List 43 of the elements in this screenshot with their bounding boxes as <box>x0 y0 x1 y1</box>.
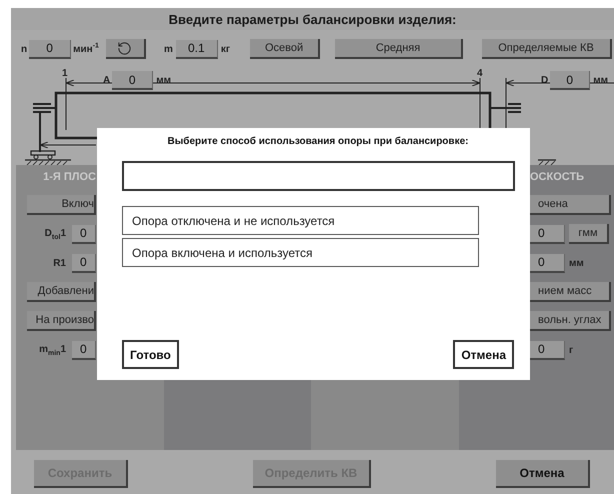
plane-header: ОСКОСТЬ <box>530 170 584 185</box>
dialog-button[interactable]: Отмена <box>453 340 514 369</box>
value-field[interactable]: 0 <box>530 340 565 360</box>
plane-button[interactable]: очена <box>530 195 612 215</box>
input-field[interactable] <box>122 161 515 191</box>
value-field[interactable]: 0 <box>72 254 96 272</box>
mode-button[interactable]: Определяемые КВ <box>482 39 612 59</box>
mass-label: m <box>164 44 173 54</box>
value-field[interactable]: 0 <box>530 254 565 272</box>
speed-label: n <box>21 44 28 54</box>
mass-unit: кг <box>220 44 230 54</box>
window-title: Введите параметры балансировки изделия: <box>11 8 614 30</box>
plane-button[interactable]: Включ <box>27 195 96 215</box>
dimension-field[interactable]: 0 <box>550 71 590 90</box>
support-number: 4 <box>477 68 483 79</box>
value-field[interactable]: 0 <box>530 224 565 244</box>
support-number: 1 <box>62 68 68 79</box>
field-label: R1 <box>53 258 66 268</box>
plane-button[interactable]: вольн. углах <box>530 311 612 331</box>
speed-unit: мин$^{-1}$ <box>73 42 99 56</box>
mass-field[interactable]: 0.1 <box>176 40 218 58</box>
unit-button[interactable]: гмм <box>569 224 609 244</box>
speed-field[interactable]: 0 <box>29 40 72 58</box>
footer-button[interactable]: Отмена <box>496 460 590 488</box>
plane-button[interactable]: нием масс <box>530 282 612 302</box>
field-label: D$_{tol}$1 <box>44 228 66 240</box>
unit-label: г <box>569 344 574 356</box>
field-label: m$_{min}$1 <box>39 344 66 356</box>
plane-button[interactable]: Добавлени <box>27 282 96 302</box>
plane-header: 1-Я ПЛОС <box>43 170 96 185</box>
reset-button[interactable] <box>106 39 146 59</box>
option-item[interactable]: Опора включена и используется <box>122 238 479 267</box>
dimension-field[interactable]: 0 <box>112 71 154 90</box>
plane-button[interactable]: На произво <box>27 311 96 331</box>
mode-button[interactable]: Средняя <box>335 39 464 59</box>
dialog-button[interactable]: Готово <box>122 340 179 369</box>
dialog-title: Выберите способ использования опоры при балансировке: <box>166 136 470 149</box>
value-field[interactable]: 0 <box>72 224 96 244</box>
mode-button[interactable]: Осевой <box>250 39 320 59</box>
rotate-icon <box>117 40 132 56</box>
value-field[interactable]: 0 <box>72 340 96 360</box>
option-item[interactable]: Опора отключена и не используется <box>122 206 479 235</box>
unit-label: мм <box>569 258 584 268</box>
